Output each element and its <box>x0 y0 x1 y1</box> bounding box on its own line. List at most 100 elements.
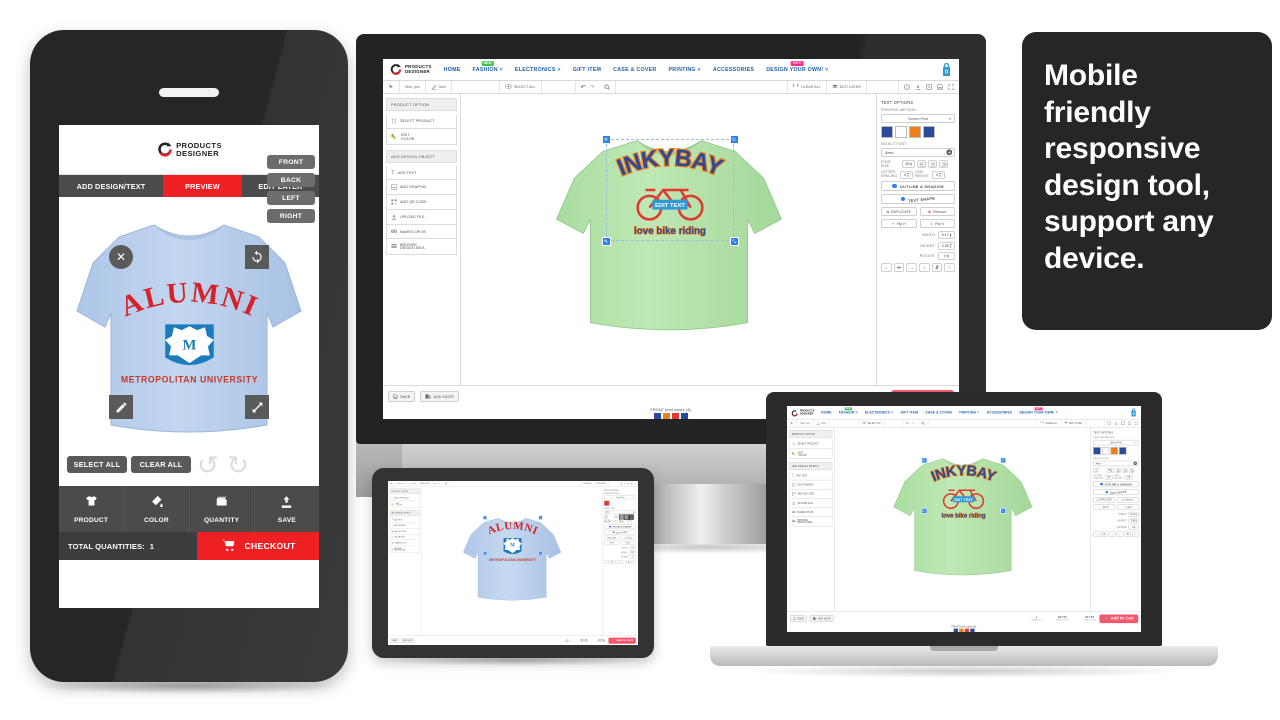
align-right-icon[interactable]: ▦ <box>628 514 635 521</box>
sidebar-item-add-qr-code[interactable]: ADD QR CODE <box>386 195 457 210</box>
sidebar-item-add-graphic[interactable]: ADD GRAPHIC <box>386 180 457 195</box>
remove-button[interactable]: ✖ Remove <box>1116 497 1139 503</box>
sidebar-item-browse-design-idea[interactable]: BROWSE DESIGN IDEA <box>788 516 833 527</box>
download-icon[interactable] <box>915 84 921 91</box>
toolbar-clear-all[interactable]: CLEAR ALL <box>581 481 595 487</box>
align-right-icon[interactable]: → <box>615 559 620 564</box>
swatch-4[interactable] <box>1119 447 1127 455</box>
swatch-1[interactable] <box>881 126 893 138</box>
flip-h-button[interactable]: ⇿ Flip H <box>1093 504 1116 510</box>
align-middle-icon[interactable]: ⇵ <box>931 263 943 272</box>
align-top-icon[interactable]: ↑ <box>1132 531 1139 537</box>
sidebar-item-edit-color[interactable]: EDIT COLOR <box>386 129 457 145</box>
fullscreen-icon[interactable] <box>1134 421 1138 425</box>
swatch-1[interactable] <box>1093 447 1101 455</box>
width-stepper[interactable]: 9.17 <box>628 546 637 550</box>
undo-icon[interactable]: ↶ <box>581 84 586 91</box>
toolbar-zoom[interactable] <box>599 81 616 93</box>
remove-button[interactable]: ✖ Remove <box>919 207 955 216</box>
toolbar-select-all[interactable]: SELECT ALL <box>500 81 542 93</box>
undo-icon[interactable]: ↺ <box>197 452 219 478</box>
duplicate-button[interactable]: ⧉ DUPLICATE <box>1093 497 1116 503</box>
clear-all-button[interactable]: CLEAR ALL <box>131 456 191 473</box>
flip-v-button[interactable]: ⇳ Flip V <box>1116 504 1139 510</box>
sidebar-item-names-or-numbers[interactable]: 00 NAMES OR #S <box>386 225 457 239</box>
redo-icon[interactable]: ↻ <box>227 452 249 478</box>
swatch-4[interactable] <box>923 126 935 138</box>
save-button[interactable]: SAVE <box>388 391 416 402</box>
nav-fashion[interactable]: NEW FASHION ˅ <box>467 60 509 73</box>
align-left-icon[interactable]: ← <box>1093 531 1100 537</box>
duplicate-button[interactable]: ⧉ DUPLICATE <box>881 207 917 216</box>
toolbar-pointer[interactable] <box>388 481 396 487</box>
help-icon[interactable]: ? <box>904 83 910 91</box>
sidebar-item-upload-file[interactable]: UPLOAD FILE <box>386 210 457 225</box>
add-note-button[interactable]: ADD NOTE <box>401 638 415 643</box>
toolbar-unit[interactable]: Inch <box>426 81 452 93</box>
nav-accessories[interactable]: ACCESSORIES <box>983 411 1016 415</box>
line-height-stepper[interactable]: 0 ▴ ▾ <box>932 170 945 179</box>
remove-button[interactable]: ✖ Remove <box>620 535 637 540</box>
view-back-button[interactable]: BACK <box>267 173 315 187</box>
width-stepper[interactable]: 9.17 ▴ ▾ <box>938 231 955 239</box>
view-left-button[interactable]: LEFT <box>267 191 315 205</box>
share-icon[interactable] <box>926 83 932 91</box>
toolbar-select-all[interactable]: SELECT ALL <box>859 419 885 427</box>
toolbar-zoom[interactable] <box>918 419 929 427</box>
font-size-stepper[interactable]: 28 ▴ ▾ <box>1106 468 1115 474</box>
letter-spacing-stepper[interactable]: 0 <box>612 519 619 524</box>
help-icon[interactable]: ◉ <box>621 483 622 485</box>
edit-icon[interactable] <box>109 395 133 419</box>
brand-logo[interactable]: PRODUCTS DESIGNER <box>791 409 814 417</box>
align-center-horizontal-icon[interactable]: ⇹ <box>893 263 905 272</box>
save-icon[interactable] <box>1128 421 1132 425</box>
download-icon[interactable] <box>1114 421 1118 425</box>
printing-method-select[interactable]: Screen Print ▾ <box>1093 439 1139 446</box>
add-to-cart-button[interactable]: 🛒 Add to Cart <box>608 637 636 644</box>
width-stepper[interactable]: 9.17 ▴ ▾ <box>1128 511 1139 517</box>
add-to-cart-button[interactable]: 🛒 Add to Cart <box>1099 614 1139 623</box>
share-icon[interactable]: ⊞ <box>627 483 628 485</box>
align-right-icon[interactable] <box>1128 468 1135 474</box>
align-center-icon[interactable] <box>1122 468 1128 474</box>
align-bottom-icon[interactable]: ↓ <box>1116 531 1124 537</box>
undo-icon[interactable]: ↶ <box>906 421 909 426</box>
toolbar-pointer[interactable] <box>383 81 400 93</box>
toolbar-size-sync[interactable]: Size :ync <box>400 81 426 93</box>
nav-printing[interactable]: PRINTING ˅ <box>662 67 706 73</box>
toolbar-pointer[interactable] <box>787 419 798 427</box>
sidebar-item-edit-color[interactable]: EDIT COLOR <box>788 449 833 459</box>
rotate-stepper[interactable]: 0 ▴ ▾ <box>1128 524 1139 530</box>
toolbar-clear-all[interactable]: CLEAR ALL <box>1037 419 1062 427</box>
sidebar-item-browse-design-idea[interactable]: ▤ BROWSE DESIGN IDEA <box>389 546 421 554</box>
sidebar-item-add-graphic[interactable]: ADD GRAPHIC <box>788 480 833 490</box>
align-left-icon[interactable]: ← <box>604 559 609 564</box>
design-canvas[interactable]: ✕ ↻ ✎ ⤡ ALUMNI M METROPOLITAN UNIVERSITY <box>421 486 603 636</box>
help-icon[interactable] <box>1107 421 1112 425</box>
align-middle-icon[interactable]: ⇵ <box>1124 531 1132 537</box>
select-all-button[interactable]: SELECT ALL <box>67 456 127 473</box>
redo-icon[interactable]: ↷ <box>590 84 595 91</box>
sidebar-item-names-or-numbers[interactable]: 00 NAMES OR #S <box>788 508 833 517</box>
outline-shadow-button[interactable]: OUTLINE & SHADOW <box>604 524 637 529</box>
align-middle-icon[interactable]: ⇵ <box>626 559 631 564</box>
align-center-horizontal-icon[interactable]: ⇹ <box>1101 531 1108 537</box>
align-left-icon[interactable] <box>917 160 926 168</box>
toolbar-edit-layer[interactable]: EDIT LAYER <box>594 481 609 487</box>
flip-h-button[interactable]: Flip H <box>604 540 620 545</box>
sidebar-item-edit-color[interactable]: EDIT COLOR <box>389 500 421 508</box>
text-shape-button[interactable]: TEXT SHAPE <box>604 530 637 535</box>
outline-shadow-button[interactable]: OUTLINE & SHADOW <box>1093 481 1139 488</box>
height-stepper[interactable]: 3.59 <box>628 550 637 555</box>
toolbar-unit[interactable]: Inch <box>813 419 830 427</box>
brand-logo[interactable]: PRODUCTS DESIGNER <box>156 141 222 158</box>
nav-electronics[interactable]: ELECTRONICS ˅ <box>509 67 567 73</box>
toolbar-clear-all[interactable]: CLEAR ALL <box>788 81 827 93</box>
download-icon[interactable]: ⤓ <box>624 483 625 485</box>
save-button[interactable]: SAVE <box>390 638 400 643</box>
save-icon[interactable]: ▤ <box>631 483 633 485</box>
view-right-button[interactable]: RIGHT <box>267 209 315 223</box>
toolbar-size-sync[interactable]: Size :ync <box>797 419 814 427</box>
swatch-3[interactable] <box>909 126 921 138</box>
phone-design-canvas[interactable]: ALUMNI M METROPOLITAN UNIVERSITY ✕ SELEC… <box>59 155 319 486</box>
